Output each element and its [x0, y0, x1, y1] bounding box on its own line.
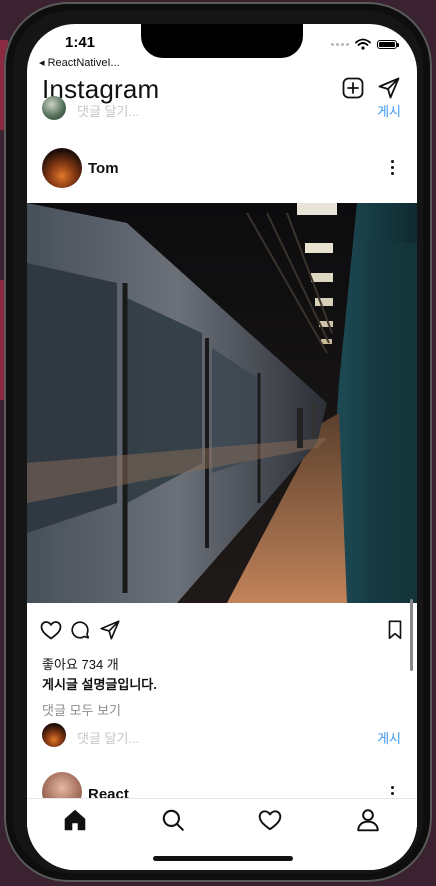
view-all-comments-link[interactable]: 댓글 모두 보기: [42, 700, 121, 719]
more-options-icon[interactable]: [391, 160, 395, 175]
home-icon[interactable]: [62, 807, 88, 833]
likes-count[interactable]: 좋아요 734 개: [42, 654, 119, 673]
phone-frame: 1:41 ◂ ReactNativeI... Instagram 댓글 달기..…: [4, 2, 432, 882]
back-to-app-link[interactable]: ◂ ReactNativeI...: [39, 56, 120, 69]
scrollbar[interactable]: [410, 599, 413, 671]
app-screen: 1:41 ◂ ReactNativeI... Instagram 댓글 달기..…: [27, 24, 417, 870]
home-indicator: [153, 856, 293, 861]
notch: [141, 24, 303, 58]
wifi-icon: [355, 38, 371, 50]
post-comment-button[interactable]: 게시: [377, 101, 401, 120]
comment-input[interactable]: 댓글 달기...: [77, 101, 139, 120]
comment-icon[interactable]: [69, 619, 91, 641]
signal-icon: [331, 42, 349, 46]
post-caption: 게시글 설명글입니다.: [42, 677, 157, 692]
heart-icon[interactable]: [257, 807, 283, 833]
comment-input-row: 댓글 달기... 게시: [27, 96, 417, 124]
status-time: 1:41: [65, 34, 96, 51]
heart-icon[interactable]: [39, 618, 63, 642]
profile-icon[interactable]: [355, 807, 381, 833]
avatar: [42, 723, 66, 747]
bookmark-icon[interactable]: [385, 619, 405, 641]
comment-input[interactable]: 댓글 달기...: [77, 728, 139, 747]
status-icons: [331, 38, 399, 50]
avatar: [42, 96, 66, 120]
subway-train-photo: [27, 203, 417, 603]
search-icon[interactable]: [160, 807, 186, 833]
post-author-avatar[interactable]: [42, 148, 82, 188]
post-comment-button[interactable]: 게시: [377, 728, 401, 747]
share-icon[interactable]: [99, 619, 121, 641]
post-image[interactable]: [27, 203, 417, 603]
comment-input-row: 댓글 달기... 게시: [27, 722, 417, 750]
battery-icon: [377, 39, 399, 49]
post-actions: [27, 616, 417, 646]
post-author-name[interactable]: Tom: [88, 160, 119, 177]
